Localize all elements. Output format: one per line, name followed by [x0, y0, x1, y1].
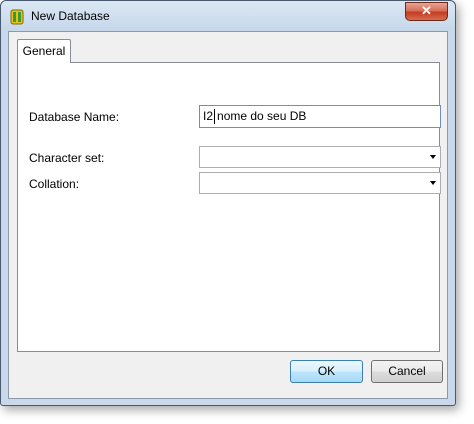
- tab-general[interactable]: General: [17, 39, 71, 63]
- new-database-dialog: New Database ✕ General Database Name: I2…: [0, 0, 456, 406]
- chevron-down-icon: [430, 181, 436, 185]
- dialog-client-area: General Database Name: I2 nome do seu DB …: [8, 31, 448, 399]
- general-tab-panel: Database Name: I2 nome do seu DB Characte…: [17, 62, 441, 352]
- database-name-label: Database Name:: [29, 110, 120, 124]
- close-icon: ✕: [421, 3, 432, 18]
- character-set-select[interactable]: [199, 146, 441, 168]
- database-name-text-after-caret: nome do seu DB: [217, 109, 307, 123]
- close-button[interactable]: ✕: [405, 2, 448, 21]
- chevron-down-icon: [430, 155, 436, 159]
- title-bar[interactable]: New Database ✕: [1, 1, 455, 31]
- text-caret: [214, 109, 216, 125]
- collation-select[interactable]: [199, 172, 441, 194]
- database-app-icon: [10, 9, 24, 25]
- database-name-input[interactable]: I2 nome do seu DB: [199, 105, 441, 128]
- collation-label: Collation:: [29, 177, 80, 191]
- database-name-text-before-caret: I2: [203, 109, 214, 123]
- ok-button[interactable]: OK: [290, 360, 363, 383]
- cancel-button[interactable]: Cancel: [371, 360, 443, 383]
- character-set-label: Character set:: [29, 151, 105, 165]
- window-title: New Database: [31, 9, 110, 23]
